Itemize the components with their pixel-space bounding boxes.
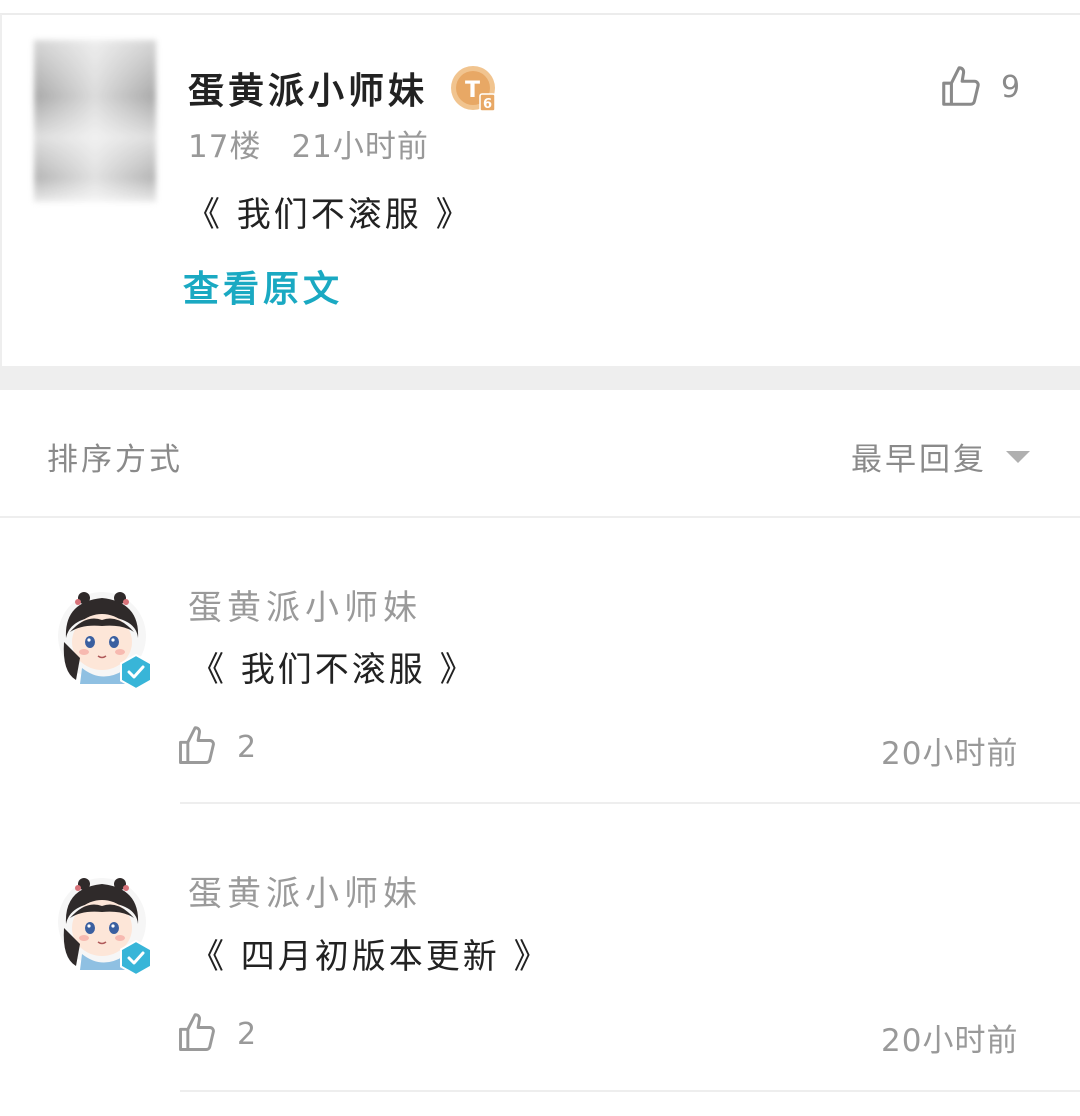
thumbs-up-icon[interactable] (175, 724, 219, 768)
author-avatar[interactable] (34, 40, 156, 202)
sort-label: 排序方式 (47, 442, 183, 478)
reply-time: 20小时前 (881, 736, 1019, 772)
post-like-count: 9 (1001, 70, 1021, 105)
verified-badge-icon (120, 940, 152, 976)
section-separator (0, 366, 1080, 390)
reply-time: 20小时前 (881, 1023, 1019, 1059)
reply-divider (180, 802, 1080, 804)
svg-text:T: T (465, 78, 480, 103)
reply-content: 《 四月初版本更新 》 (190, 937, 551, 977)
post-time: 21小时前 (291, 129, 429, 165)
post-meta: 17楼 21小时前 (188, 121, 459, 166)
post-content: 《 我们不滚服 》 (186, 195, 473, 235)
top-divider (0, 13, 1080, 15)
reply-content: 《 我们不滚服 》 (190, 650, 477, 690)
reply-like-count: 2 (237, 1017, 257, 1052)
reply-author-name[interactable]: 蛋黄派小师妹 (188, 580, 422, 629)
post-floor: 17楼 (188, 129, 262, 165)
post-author-name[interactable]: 蛋黄派小师妹 (188, 62, 428, 114)
thumbs-up-icon[interactable] (175, 1011, 219, 1055)
caret-down-icon[interactable] (1004, 449, 1032, 465)
left-border (0, 14, 2, 366)
level-badge-icon: T 6 (451, 66, 496, 112)
svg-text:6: 6 (483, 97, 492, 112)
thumbs-up-icon[interactable] (938, 64, 984, 110)
reply-author-name[interactable]: 蛋黄派小师妹 (188, 866, 422, 915)
sort-dropdown[interactable]: 最早回复 (851, 434, 987, 479)
view-original-link[interactable]: 查看原文 (183, 260, 343, 312)
reply-divider (180, 1090, 1080, 1092)
reply-like-count: 2 (237, 730, 257, 765)
verified-badge-icon (120, 654, 152, 690)
sort-divider (0, 516, 1080, 518)
